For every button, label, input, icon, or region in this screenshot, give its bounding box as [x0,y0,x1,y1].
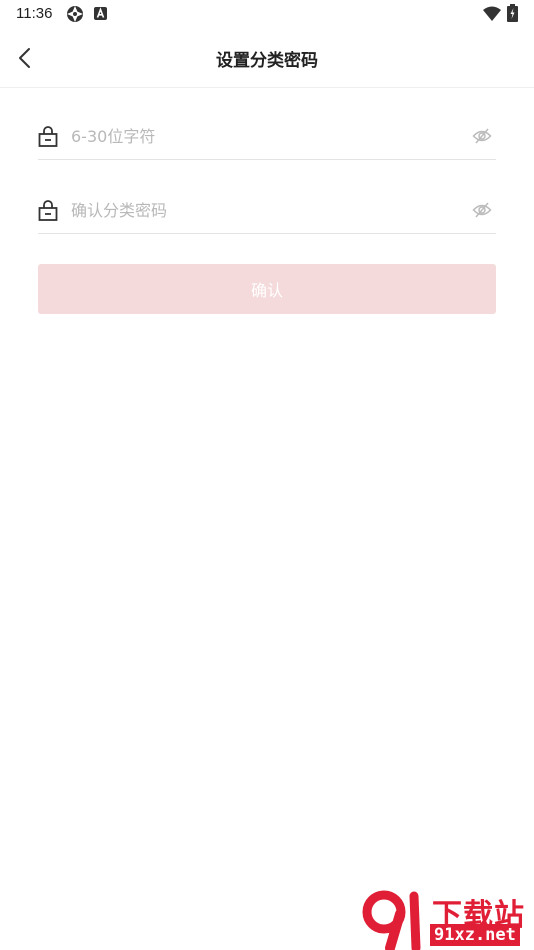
status-time: 11:36 [16,5,53,22]
watermark-logo [362,890,421,950]
aperture-icon [67,6,83,22]
password-field-row [38,112,496,160]
confirm-password-field-row [38,186,496,234]
lock-icon [38,126,58,147]
status-bar: 11:36 [0,0,534,28]
eye-off-icon[interactable] [472,201,492,219]
watermark-domain: 91xz.net [430,924,520,946]
battery-charging-icon [507,4,518,22]
confirm-password-input[interactable] [71,196,451,224]
page-title: 设置分类密码 [216,51,318,71]
wifi-icon [483,6,501,21]
lock-icon [38,200,58,221]
confirm-button[interactable]: 确认 [38,264,496,314]
top-nav-bar: 设置分类密码 [0,28,534,88]
eye-off-icon[interactable] [472,127,492,145]
password-input[interactable] [71,122,451,150]
site-watermark: 下载站 91xz.net [362,888,534,950]
a-badge-icon [94,7,107,20]
